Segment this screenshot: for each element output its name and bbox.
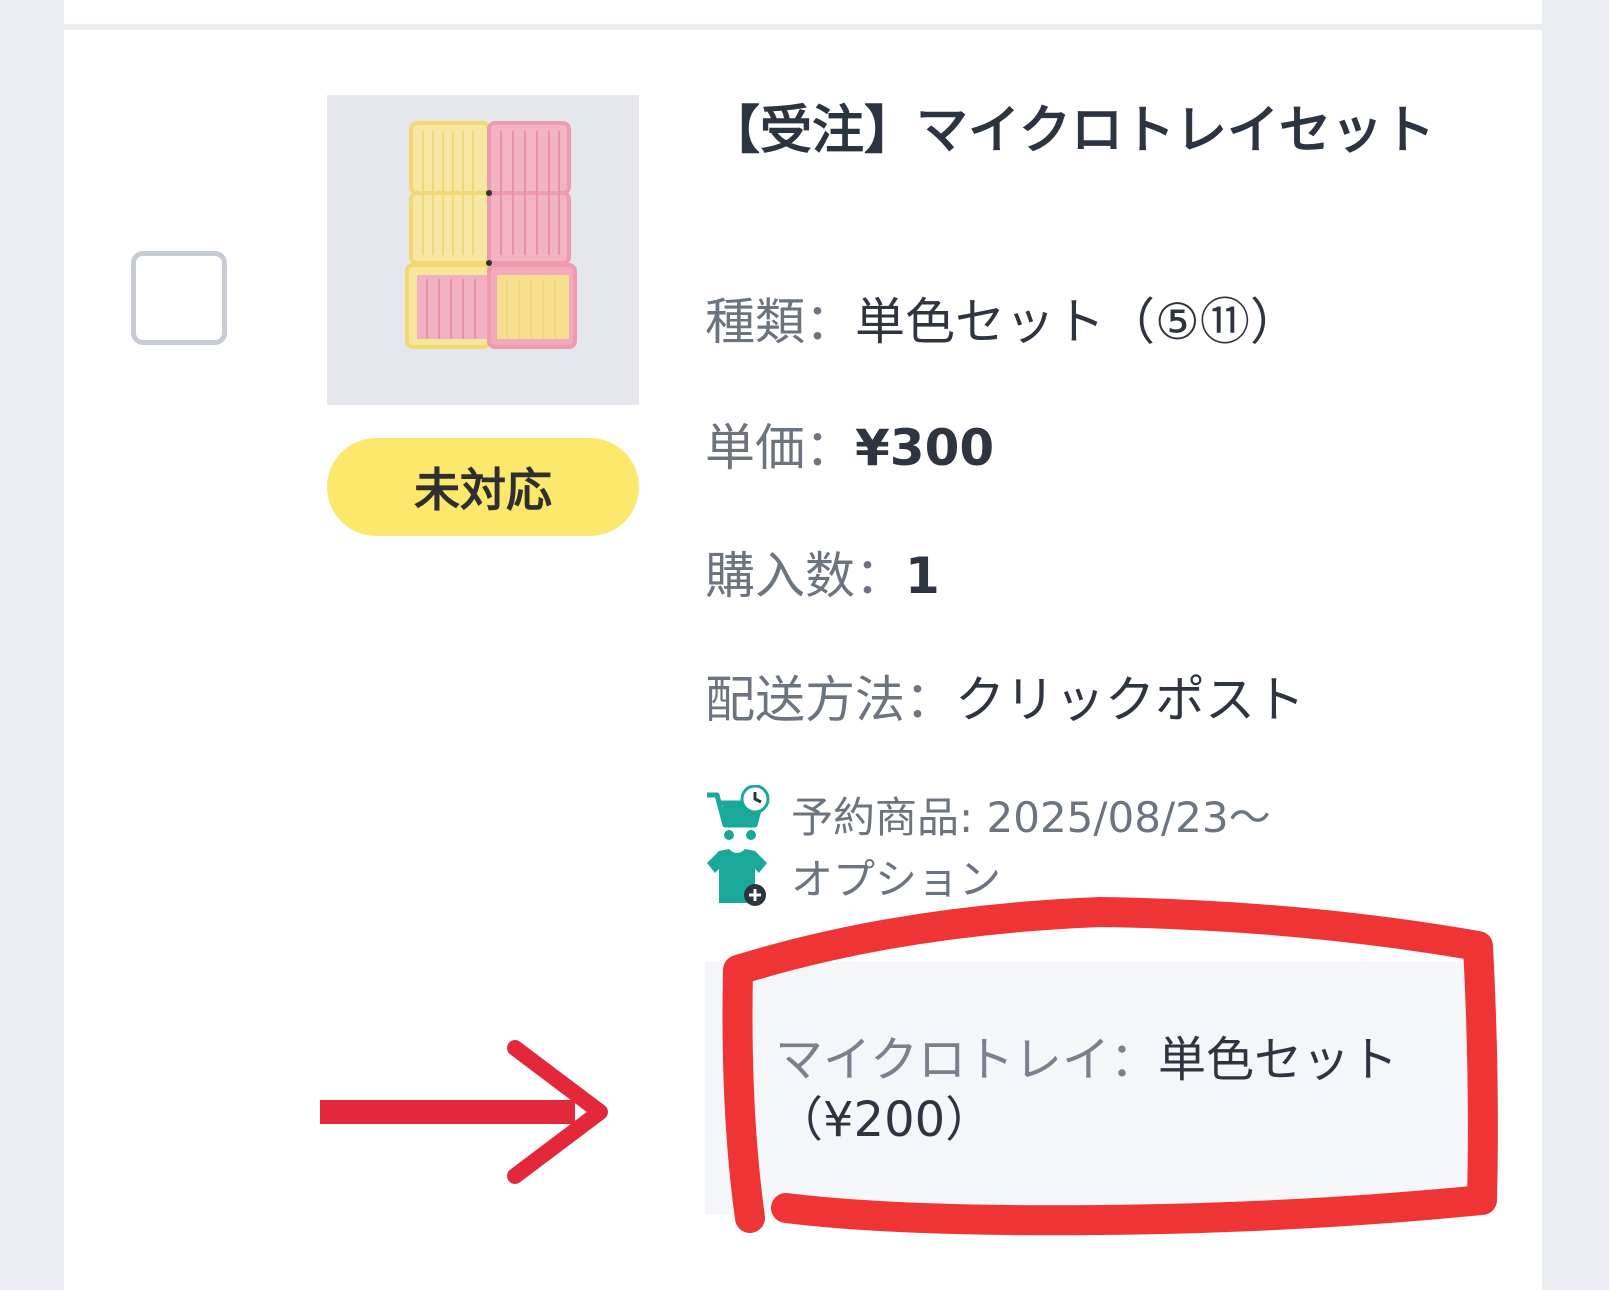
product-title[interactable]: 【受注】マイクロトレイセット xyxy=(708,98,1438,164)
select-checkbox[interactable] xyxy=(131,251,227,345)
type-label: 種類： xyxy=(705,293,855,351)
micro-tray-image xyxy=(327,95,639,405)
price-label: 単価： xyxy=(705,419,855,477)
option-detail-label: マイクロトレイ： xyxy=(775,1032,1159,1088)
type-value: 単色セット（⑤⑪） xyxy=(855,293,1300,351)
quantity-value: 1 xyxy=(905,547,940,605)
shirt-plus-icon xyxy=(705,847,771,907)
price-value: ¥300 xyxy=(855,419,995,477)
shipping-row: 配送方法：クリックポスト xyxy=(705,660,1305,732)
quantity-row: 購入数：1 xyxy=(705,536,940,608)
status-badge: 未対応 xyxy=(327,438,639,536)
reservation-row: 予約商品: 2025/08/23〜 xyxy=(705,784,1271,845)
shipping-value: クリックポスト xyxy=(955,671,1305,729)
previous-card xyxy=(64,0,1542,24)
option-row: オプション xyxy=(705,846,1001,907)
quantity-label: 購入数： xyxy=(705,547,905,605)
cart-clock-icon xyxy=(705,784,771,845)
shipping-label: 配送方法： xyxy=(705,671,955,729)
type-row: 種類：単色セット（⑤⑪） xyxy=(705,282,1300,354)
product-thumbnail[interactable] xyxy=(327,95,639,405)
option-detail-text: マイクロトレイ：単色セット（¥200） xyxy=(775,1030,1415,1150)
price-row: 単価：¥300 xyxy=(705,408,994,480)
option-text: オプション xyxy=(791,855,1002,904)
reservation-text: 予約商品: 2025/08/23〜 xyxy=(791,793,1271,842)
